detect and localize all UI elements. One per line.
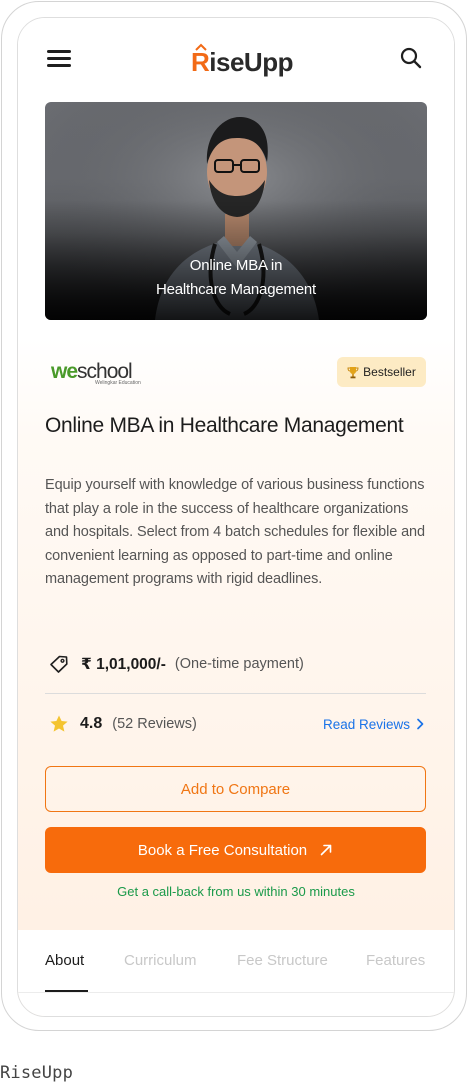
arrow-up-right-icon bbox=[320, 844, 332, 856]
bestseller-badge: Bestseller bbox=[337, 357, 426, 387]
hero-caption: Online MBA in Healthcare Management bbox=[45, 254, 427, 302]
read-reviews-label: Read Reviews bbox=[323, 716, 411, 732]
hamburger-menu-icon[interactable] bbox=[47, 49, 73, 69]
trophy-icon bbox=[347, 366, 359, 378]
add-to-compare-label: Add to Compare bbox=[180, 780, 291, 798]
phone-screen: RiseUpp Online MBA in Healthcare Managem… bbox=[17, 17, 455, 1017]
price-note: (One-time payment) bbox=[174, 656, 304, 672]
hero-caption-line2: Healthcare Management bbox=[155, 281, 317, 298]
logo-text: iseUpp bbox=[209, 47, 293, 77]
callback-note: Get a call-back from us within 30 minute… bbox=[117, 884, 355, 899]
rating-value: 4.8 bbox=[80, 715, 103, 732]
book-consultation-button[interactable]: Book a Free Consultation bbox=[45, 827, 426, 873]
course-hero-image: Online MBA in Healthcare Management bbox=[45, 102, 427, 320]
course-description: Equip yourself with knowledge of various… bbox=[45, 477, 425, 587]
phone-frame: RiseUpp Online MBA in Healthcare Managem… bbox=[1, 1, 467, 1031]
price-tag-icon bbox=[50, 655, 68, 673]
university-logo-subtext: Welingkar Education bbox=[95, 380, 141, 386]
book-consultation-label: Book a Free Consultation bbox=[137, 841, 308, 859]
university-logo: weschool Welingkar Education bbox=[49, 358, 151, 388]
review-count: (52 Reviews) bbox=[112, 716, 197, 732]
rating-row: 4.8 (52 Reviews) bbox=[49, 712, 197, 736]
search-icon[interactable] bbox=[399, 46, 423, 70]
logo-letter: R bbox=[191, 47, 210, 77]
course-title: Online MBA in Healthcare Management bbox=[45, 414, 404, 437]
read-reviews-link[interactable]: Read Reviews bbox=[323, 714, 425, 734]
tab-features[interactable]: Features bbox=[366, 952, 425, 969]
app-header: RiseUpp bbox=[18, 18, 454, 102]
add-to-compare-button[interactable]: Add to Compare bbox=[45, 766, 426, 812]
price-row: ₹ 1,01,000/- (One-time payment) bbox=[49, 652, 304, 676]
tab-fee-structure[interactable]: Fee Structure bbox=[237, 952, 328, 969]
divider bbox=[45, 693, 426, 694]
riseupp-logo[interactable]: RiseUpp bbox=[191, 43, 293, 77]
tab-about[interactable]: About bbox=[45, 952, 84, 969]
logo-arrow-icon bbox=[195, 43, 207, 51]
bestseller-label: Bestseller bbox=[363, 365, 416, 379]
hero-caption-line1: Online MBA in bbox=[189, 257, 283, 274]
chevron-right-icon bbox=[417, 718, 424, 730]
tab-curriculum[interactable]: Curriculum bbox=[124, 952, 197, 969]
star-icon bbox=[50, 715, 68, 732]
course-price: ₹ 1,01,000/- bbox=[81, 655, 166, 673]
tabs-divider bbox=[18, 992, 454, 993]
course-tabs: About Curriculum Fee Structure Features bbox=[18, 930, 454, 1016]
page-label: RiseUpp bbox=[0, 1063, 74, 1083]
